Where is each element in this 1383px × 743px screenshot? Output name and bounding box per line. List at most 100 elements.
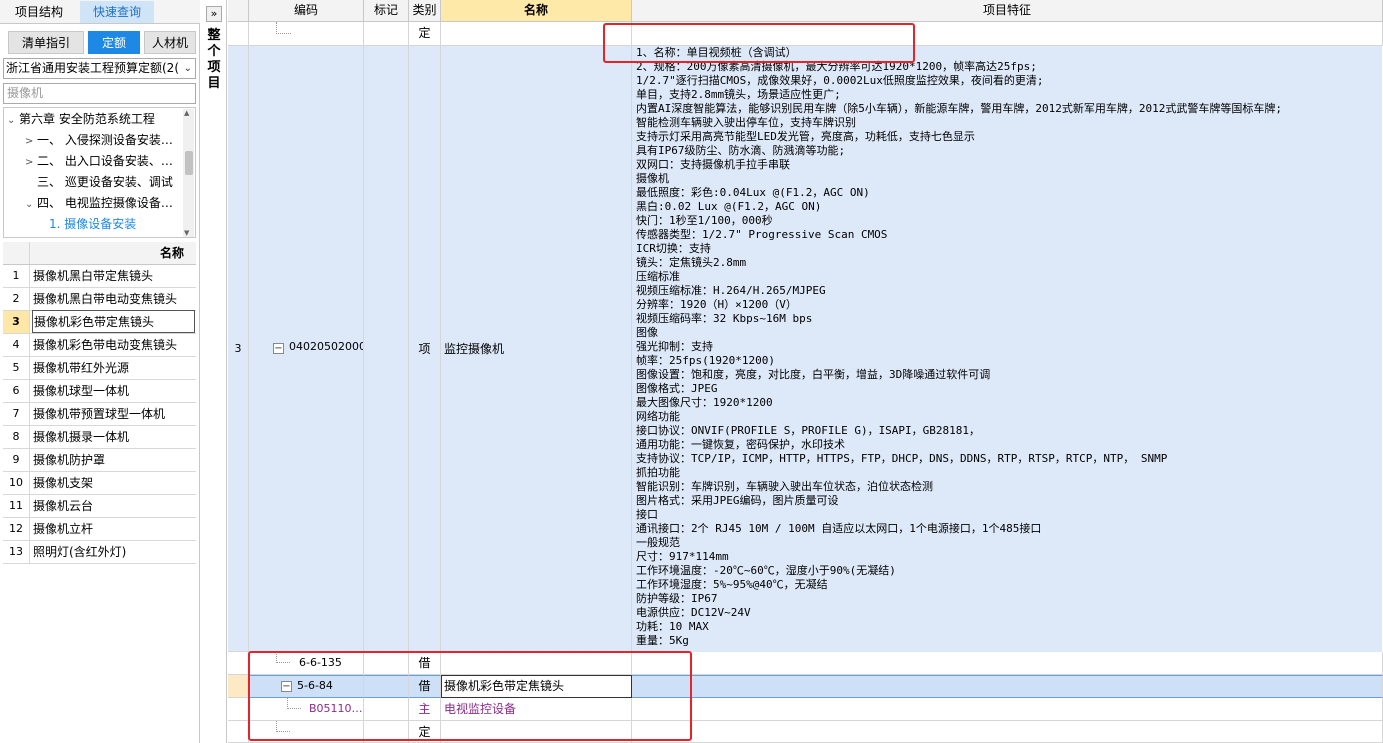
- row-number: 10: [3, 472, 30, 494]
- header-type[interactable]: 类别: [409, 0, 441, 22]
- whole-project-label[interactable]: 整个项目: [206, 28, 222, 92]
- tree-node-access[interactable]: > 二、 出入口设备安装、…: [25, 151, 173, 172]
- table-row[interactable]: 4 摄像机彩色带电动变焦镜头: [3, 334, 196, 357]
- row-type[interactable]: 项: [409, 46, 441, 652]
- table-row[interactable]: 7 摄像机带预置球型一体机: [3, 403, 196, 426]
- tab-labor-material-machine[interactable]: 人材机: [144, 31, 196, 54]
- chevron-down-icon[interactable]: ⌄: [7, 110, 19, 131]
- scrollbar-thumb[interactable]: [185, 151, 193, 175]
- tree-node-intrusion[interactable]: > 一、 入侵探测设备安装…: [25, 130, 173, 151]
- table-row[interactable]: 6 摄像机球型一体机: [3, 380, 196, 403]
- feature-line: 通用功能：一键恢复，密码保护，水印技术: [636, 438, 845, 451]
- table-row[interactable]: 11 摄像机云台: [3, 495, 196, 518]
- row-number: 11: [3, 495, 30, 517]
- table-row[interactable]: 9 摄像机防护罩: [3, 449, 196, 472]
- feature-line: 接口: [636, 508, 658, 521]
- tab-project-structure[interactable]: 项目结构: [0, 1, 78, 23]
- row-seq: [228, 698, 249, 721]
- row-name: 摄像机黑白带电动变焦镜头: [33, 292, 178, 306]
- tree-scrollbar[interactable]: ▲ ▼: [183, 109, 194, 237]
- tree-node-chapter6[interactable]: ⌄ 第六章 安全防范系统工程: [7, 109, 155, 130]
- row-code[interactable]: [249, 22, 364, 46]
- feature-line: 通讯接口：2个 RJ45 10M / 100M 自适应以太网口，1个电源接口，1…: [636, 522, 1042, 535]
- feature-line: 传感器类型：1/2.7" Progressive Scan CMOS: [636, 228, 888, 241]
- row-seq: [228, 22, 249, 46]
- chevron-down-icon[interactable]: ⌄: [25, 194, 37, 215]
- header-name[interactable]: 名称: [441, 0, 632, 22]
- feature-line: 压缩标准: [636, 270, 680, 283]
- highlight-box-quota-rows: [248, 651, 692, 741]
- table-row[interactable]: 12 摄像机立杆: [3, 518, 196, 541]
- feature-line: 内置AI深度智能算法，能够识别民用车牌（除5小车辆），新能源车牌，警用车牌，20…: [636, 102, 1282, 115]
- row-features[interactable]: 1、名称：单目视频桩（含调试） 2、规格：200万像素高清摄像机，最大分辨率可达1…: [632, 46, 1382, 652]
- table-row[interactable]: 2 摄像机黑白带电动变焦镜头: [3, 288, 196, 311]
- tab-quick-query[interactable]: 快速查询: [80, 1, 154, 23]
- row-number: 12: [3, 518, 30, 540]
- row-number: 2: [3, 288, 30, 310]
- table-row[interactable]: 3 摄像机彩色带定焦镜头: [3, 310, 196, 334]
- row-name[interactable]: 监控摄像机: [441, 46, 632, 652]
- left-panel: 项目结构 快速查询 清单指引 定额 人材机 浙江省通用安装工程预算定额(2( ⌄…: [0, 0, 200, 743]
- table-row[interactable]: 8 摄像机摄录一体机: [3, 426, 196, 449]
- table-row[interactable]: 5 摄像机带红外光源: [3, 357, 196, 380]
- row-features[interactable]: [632, 698, 1383, 721]
- row-features[interactable]: [632, 721, 1383, 743]
- quota-library-select[interactable]: 浙江省通用安装工程预算定额(2( ⌄: [3, 58, 196, 79]
- row-name: 摄像机黑白带定焦镜头: [33, 269, 154, 283]
- row-features[interactable]: [632, 652, 1383, 675]
- row-mark[interactable]: [364, 22, 409, 46]
- feature-line: 工作环境温度：-20℃~60℃，湿度小于90%(无凝结): [636, 564, 896, 577]
- row-type[interactable]: 定: [409, 22, 441, 46]
- header-features[interactable]: 项目特征: [632, 0, 1383, 22]
- row-name: 摄像机防护罩: [33, 453, 106, 467]
- feature-line: 工作环境湿度：5%~95%@40℃，无凝结: [636, 578, 828, 591]
- header-mark[interactable]: 标记: [364, 0, 409, 22]
- quota-item-rows: 1 摄像机黑白带定焦镜头 2 摄像机黑白带电动变焦镜头 3 摄像机彩色带定焦镜头 4 摄像机彩…: [3, 265, 196, 564]
- row-name: 摄像机彩色带电动变焦镜头: [33, 338, 178, 352]
- feature-line: 视频压缩标准：H.264/H.265/MJPEG: [636, 284, 826, 297]
- header-code[interactable]: 编码: [249, 0, 364, 22]
- top-tab-bar: 项目结构 快速查询: [0, 0, 200, 24]
- table-row[interactable]: 10 摄像机支架: [3, 472, 196, 495]
- feature-line: 镜头：定焦镜头2.8mm: [636, 256, 747, 269]
- main-grid: 编码 标记 类别 名称 项目特征 定 3 − 040205020003 项 监控…: [228, 0, 1383, 743]
- tab-quota[interactable]: 定额: [88, 31, 140, 54]
- quota-library-value: 浙江省通用安装工程预算定额(2(: [6, 61, 179, 75]
- row-name: 摄像机球型一体机: [33, 384, 130, 398]
- table-row[interactable]: 13 照明灯(含红外灯): [3, 541, 196, 564]
- table-row[interactable]: 1 摄像机黑白带定焦镜头: [3, 265, 196, 288]
- tree-node-label: 一、 入侵探测设备安装…: [37, 133, 173, 147]
- row-code[interactable]: − 040205020003: [249, 46, 364, 652]
- chevron-right-icon[interactable]: >: [25, 131, 37, 152]
- row-name: 照明灯(含红外灯): [33, 545, 127, 559]
- chevron-right-icon[interactable]: >: [25, 152, 37, 173]
- collapse-icon[interactable]: −: [273, 343, 284, 354]
- feature-line: 黑白:0.02 Lux @(F1.2，AGC ON): [636, 200, 822, 213]
- chapter-tree: ⌄ 第六章 安全防范系统工程 > 一、 入侵探测设备安装… > 二、 出入口设备安装、…: [3, 107, 196, 238]
- scroll-up-icon[interactable]: ▲: [184, 109, 189, 117]
- quota-item-table: 名称 1 摄像机黑白带定焦镜头 2 摄像机黑白带电动变焦镜头 3 摄像机彩色带定焦镜头 4 摄…: [3, 242, 196, 564]
- row-features[interactable]: [632, 675, 1383, 698]
- tree-node-camera-install[interactable]: 1. 摄像设备安装: [37, 214, 136, 235]
- row-name: 摄像机带预置球型一体机: [33, 407, 166, 421]
- feature-line: 图像格式：JPEG: [636, 382, 718, 395]
- row-number: 4: [3, 334, 30, 356]
- header-seq: [228, 0, 249, 22]
- row-name: 摄像机云台: [33, 499, 94, 513]
- scroll-down-icon[interactable]: ▼: [184, 229, 189, 237]
- row-name: 摄像机彩色带定焦镜头: [32, 310, 195, 333]
- feature-line: 重量：5Kg: [636, 634, 689, 647]
- row-seq: [228, 652, 249, 675]
- search-input[interactable]: 摄像机: [3, 83, 196, 104]
- row-number: 6: [3, 380, 30, 402]
- row-mark[interactable]: [364, 46, 409, 652]
- row-number: 1: [3, 265, 30, 287]
- tree-node-patrol[interactable]: 三、 巡更设备安装、调试: [25, 172, 173, 193]
- tree-node-cctv[interactable]: ⌄ 四、 电视监控摄像设备…: [25, 193, 173, 214]
- tab-bill-guide[interactable]: 清单指引: [8, 31, 84, 54]
- row-number: 8: [3, 426, 30, 448]
- feature-line: 功耗：10 MAX: [636, 620, 709, 633]
- collapse-button[interactable]: »: [206, 6, 222, 22]
- row-seq: 3: [228, 46, 249, 652]
- feature-line: 支持示灯采用高亮节能型LED发光管，亮度高，功耗低，支持七色显示: [636, 130, 975, 143]
